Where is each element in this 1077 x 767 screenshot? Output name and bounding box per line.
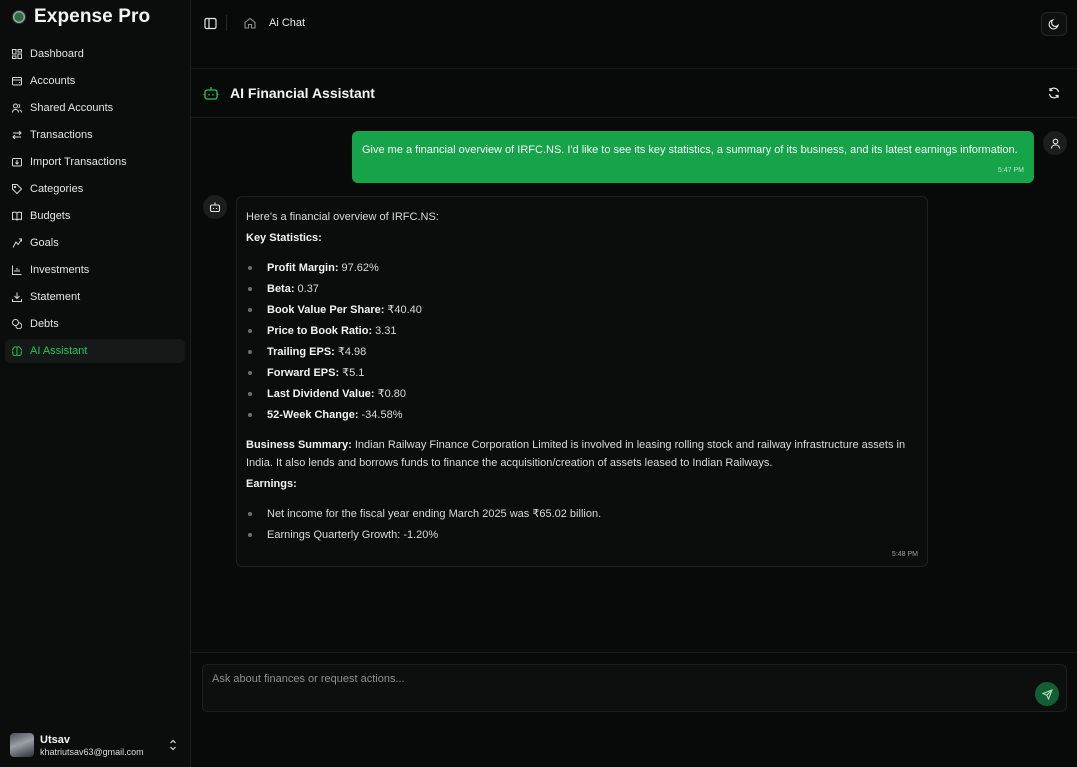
refresh-icon bbox=[1048, 87, 1060, 99]
theme-toggle-button[interactable] bbox=[1041, 12, 1067, 36]
user-avatar bbox=[1043, 131, 1067, 155]
app-name: Expense Pro bbox=[34, 6, 151, 27]
sidebar-item-label: Debts bbox=[30, 318, 59, 330]
earnings-list: Net income for the fiscal year ending Ma… bbox=[248, 503, 601, 545]
bot-icon bbox=[203, 87, 219, 100]
composer bbox=[191, 652, 1077, 725]
download-icon bbox=[12, 292, 22, 302]
sidebar-toggle-button[interactable] bbox=[203, 16, 217, 30]
goal-icon bbox=[12, 238, 22, 248]
sidebar-item-investments[interactable]: Investments bbox=[5, 258, 185, 282]
send-icon bbox=[1041, 688, 1053, 700]
moon-icon bbox=[1048, 19, 1059, 30]
divider bbox=[226, 15, 227, 31]
bot-icon bbox=[209, 202, 221, 213]
send-button[interactable] bbox=[1035, 682, 1059, 706]
chat-input[interactable] bbox=[203, 665, 1023, 693]
sidebar-item-categories[interactable]: Categories bbox=[5, 177, 185, 201]
sidebar-item-label: Categories bbox=[30, 183, 84, 195]
brand[interactable]: Expense Pro bbox=[12, 6, 150, 28]
user-menu[interactable]: Utsav khatriutsav63@gmail.com bbox=[10, 731, 182, 759]
top-bar: Ai Chat bbox=[191, 0, 1077, 46]
bot-avatar bbox=[203, 195, 227, 219]
assistant-message-time: 5:48 PM bbox=[891, 551, 918, 558]
sidebar-item-debts[interactable]: Debts bbox=[5, 312, 185, 336]
sidebar-item-shared-accounts[interactable]: Shared Accounts bbox=[5, 96, 185, 120]
key-stats-list: Profit Margin: 97.62% Beta: 0.37 Book Valu… bbox=[248, 257, 422, 425]
dashboard-icon bbox=[12, 49, 22, 59]
list-item: Book Value Per Share: ₹40.40 bbox=[248, 299, 422, 320]
user-message-text: Give me a financial overview of IRFC.NS.… bbox=[362, 144, 1018, 156]
refresh-button[interactable] bbox=[1047, 86, 1061, 100]
sidebar-item-label: Accounts bbox=[30, 75, 76, 87]
sidebar-item-accounts[interactable]: Accounts bbox=[5, 69, 185, 93]
key-stats-heading: Key Statistics: bbox=[246, 232, 322, 244]
avatar bbox=[10, 733, 34, 757]
sidebar-item-label: Goals bbox=[30, 237, 59, 249]
home-link[interactable] bbox=[243, 16, 256, 29]
sidebar: Expense Pro Dashboard Accounts Shared Ac… bbox=[0, 0, 191, 767]
sidebar-item-label: Statement bbox=[30, 291, 81, 303]
list-item: Price to Book Ratio: 3.31 bbox=[248, 320, 422, 341]
chat-title: AI Financial Assistant bbox=[230, 85, 375, 101]
chart-icon bbox=[12, 265, 22, 275]
sidebar-item-import-transactions[interactable]: Import Transactions bbox=[5, 150, 185, 174]
tag-icon bbox=[12, 184, 22, 194]
logo-icon bbox=[12, 10, 26, 24]
chat-input-box bbox=[202, 664, 1067, 712]
sidebar-item-budgets[interactable]: Budgets bbox=[5, 204, 185, 228]
list-item: Trailing EPS: ₹4.98 bbox=[248, 341, 422, 362]
book-icon bbox=[12, 211, 22, 221]
business-summary: Business Summary: Indian Railway Finance… bbox=[246, 439, 906, 469]
sidebar-item-statement[interactable]: Statement bbox=[5, 285, 185, 309]
sidebar-nav: Dashboard Accounts Shared Accounts Trans… bbox=[5, 42, 185, 366]
user-message: Give me a financial overview of IRFC.NS.… bbox=[352, 131, 1034, 183]
breadcrumb[interactable]: Ai Chat bbox=[269, 17, 305, 29]
brain-icon bbox=[12, 346, 22, 356]
import-icon bbox=[12, 157, 22, 167]
user-email: khatriutsav63@gmail.com bbox=[40, 746, 144, 757]
list-item: Earnings Quarterly Growth: -1.20% bbox=[248, 524, 601, 545]
wallet-icon bbox=[12, 76, 22, 86]
sidebar-item-label: Dashboard bbox=[30, 48, 84, 60]
sidebar-item-label: AI Assistant bbox=[30, 345, 88, 357]
sidebar-item-dashboard[interactable]: Dashboard bbox=[5, 42, 185, 66]
user-message-time: 5:47 PM bbox=[997, 167, 1024, 174]
sidebar-item-label: Shared Accounts bbox=[30, 102, 114, 114]
user-name: Utsav bbox=[40, 733, 70, 746]
coins-icon bbox=[12, 319, 22, 329]
chat-header: AI Financial Assistant bbox=[191, 69, 1077, 118]
panel-left-icon bbox=[203, 17, 217, 29]
list-item: Beta: 0.37 bbox=[248, 278, 422, 299]
arrows-icon bbox=[12, 130, 22, 140]
user-icon bbox=[1050, 138, 1060, 149]
assistant-intro: Here's a financial overview of IRFC.NS: bbox=[246, 211, 439, 223]
earnings-heading: Earnings: bbox=[246, 478, 297, 490]
assistant-message: Here's a financial overview of IRFC.NS: … bbox=[236, 196, 928, 567]
sidebar-item-transactions[interactable]: Transactions bbox=[5, 123, 185, 147]
list-item: Profit Margin: 97.62% bbox=[248, 257, 422, 278]
sidebar-item-label: Transactions bbox=[30, 129, 93, 141]
chevron-up-down-icon bbox=[170, 739, 176, 751]
chat-panel: AI Financial Assistant Give me a financi… bbox=[191, 68, 1077, 724]
sidebar-item-label: Investments bbox=[30, 264, 90, 276]
list-item: Forward EPS: ₹5.1 bbox=[248, 362, 422, 383]
sidebar-item-label: Import Transactions bbox=[30, 156, 127, 168]
list-item: Last Dividend Value: ₹0.80 bbox=[248, 383, 422, 404]
sidebar-item-goals[interactable]: Goals bbox=[5, 231, 185, 255]
users-icon bbox=[12, 103, 22, 113]
list-item: Net income for the fiscal year ending Ma… bbox=[248, 503, 601, 524]
sidebar-item-label: Budgets bbox=[30, 210, 71, 222]
list-item: 52-Week Change: -34.58% bbox=[248, 404, 422, 425]
home-icon bbox=[243, 17, 256, 29]
sidebar-item-ai-assistant[interactable]: AI Assistant bbox=[5, 339, 185, 363]
